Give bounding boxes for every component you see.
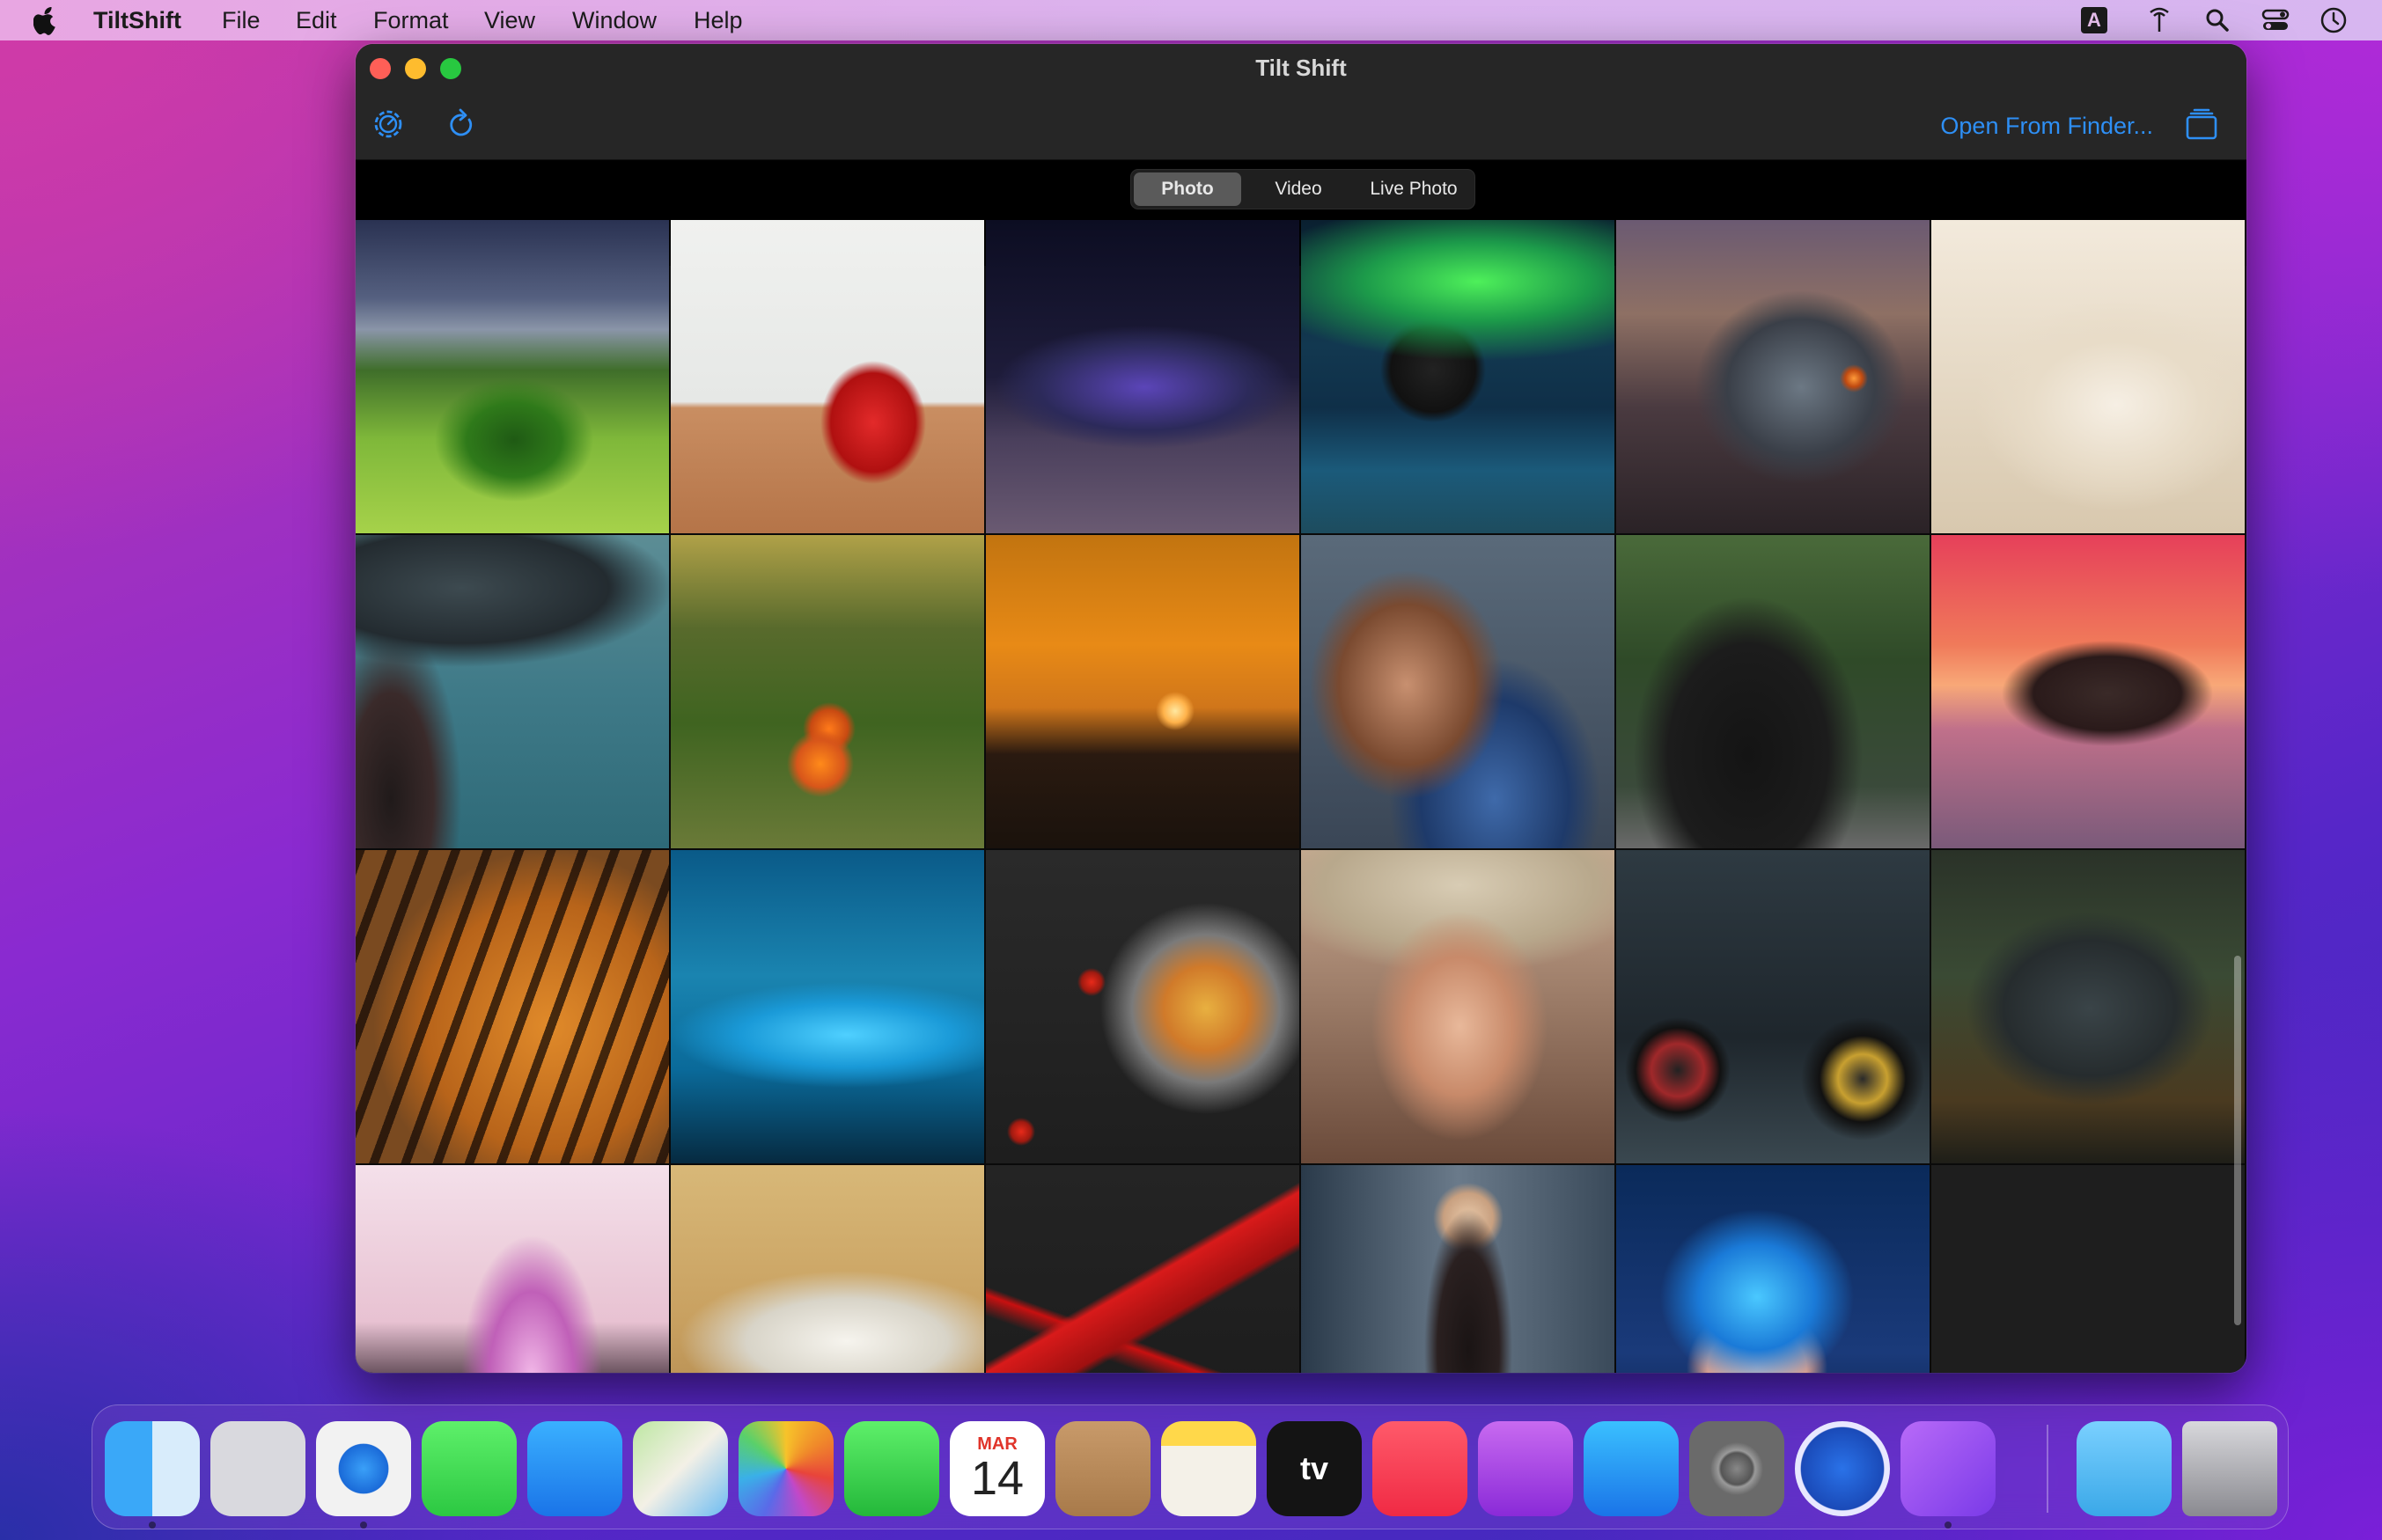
photo-thumbnail[interactable]	[356, 850, 669, 1163]
media-type-segmented-control[interactable]: Photo Video Live Photo	[1130, 169, 1475, 209]
photo-thumbnail[interactable]	[1301, 1165, 1614, 1373]
system-preferences-icon[interactable]	[1689, 1421, 1784, 1516]
photo-thumbnail[interactable]	[1931, 220, 2245, 533]
photo-thumbnail[interactable]	[356, 1165, 669, 1373]
contacts-icon[interactable]	[1055, 1421, 1151, 1516]
segment-photo[interactable]: Photo	[1134, 172, 1241, 206]
calendar-month: MAR	[977, 1434, 1018, 1454]
dock-running-indicator	[149, 1522, 156, 1529]
finder-icon[interactable]	[105, 1421, 200, 1516]
dock: MAR 14 tv	[92, 1404, 2289, 1529]
photo-thumbnail[interactable]	[1301, 850, 1614, 1163]
open-from-finder-button[interactable]: Open From Finder...	[1940, 111, 2153, 141]
maps-icon[interactable]	[633, 1421, 728, 1516]
mountain-app-icon[interactable]	[1795, 1421, 1890, 1516]
menu-bar: TiltShift File Edit Format View Window H…	[0, 0, 2382, 40]
photo-thumbnail[interactable]	[671, 1165, 984, 1373]
photo-thumbnail[interactable]	[1931, 535, 2245, 848]
downloads-folder-icon[interactable]	[2077, 1421, 2172, 1516]
settings-gear-icon	[371, 106, 406, 146]
refresh-button[interactable]	[442, 106, 482, 146]
photo-thumbnail[interactable]	[356, 535, 669, 848]
tiltshift-app-icon[interactable]	[1900, 1421, 1996, 1516]
photo-thumbnail[interactable]	[1931, 850, 2245, 1163]
menu-view[interactable]: View	[484, 7, 535, 33]
photo-thumbnail[interactable]	[356, 220, 669, 533]
photo-thumbnail[interactable]	[1616, 535, 1930, 848]
menu-app-name[interactable]: TiltShift	[93, 7, 181, 33]
photo-thumbnail[interactable]	[671, 535, 984, 848]
empty-grid-cell	[1931, 1165, 2245, 1373]
facetime-icon[interactable]	[844, 1421, 939, 1516]
refresh-icon	[446, 107, 478, 145]
safari-icon[interactable]	[316, 1421, 411, 1516]
menu-format[interactable]: Format	[373, 7, 449, 33]
input-source-letter: A	[2081, 7, 2107, 33]
antenna-icon[interactable]	[2144, 6, 2174, 34]
spotlight-search-icon[interactable]	[2202, 6, 2232, 34]
mail-icon[interactable]	[527, 1421, 622, 1516]
photo-thumbnail[interactable]	[671, 220, 984, 533]
photo-thumbnail[interactable]	[1301, 535, 1614, 848]
trash-icon[interactable]	[2182, 1421, 2277, 1516]
dock-separator	[2047, 1425, 2048, 1513]
photo-thumbnail[interactable]	[1616, 850, 1930, 1163]
control-center-icon[interactable]	[2261, 6, 2290, 34]
settings-button[interactable]	[368, 106, 408, 146]
music-icon[interactable]	[1372, 1421, 1467, 1516]
tv-label: tv	[1299, 1450, 1328, 1486]
stack-icon	[2185, 108, 2218, 144]
window-titlebar: Tilt Shift Open From Finder...	[356, 44, 2246, 160]
dock-running-indicator	[1945, 1522, 1952, 1529]
stack-button[interactable]	[2181, 106, 2222, 146]
launchpad-icon[interactable]	[210, 1421, 305, 1516]
clock-icon[interactable]	[2319, 6, 2349, 34]
photo-thumbnail[interactable]	[1616, 220, 1930, 533]
dock-running-indicator	[360, 1522, 367, 1529]
grid-scrollbar[interactable]	[2234, 956, 2241, 1325]
photo-thumbnail[interactable]	[986, 1165, 1299, 1373]
tiltshift-window: Tilt Shift Open From Finder...	[356, 44, 2246, 1373]
apple-logo-icon[interactable]	[33, 5, 60, 35]
photo-grid	[356, 220, 2246, 1373]
photo-thumbnail[interactable]	[986, 535, 1299, 848]
calendar-day: 14	[970, 1452, 1025, 1505]
calendar-icon[interactable]: MAR 14	[950, 1421, 1045, 1516]
segment-video[interactable]: Video	[1241, 172, 1356, 206]
podcasts-icon[interactable]	[1478, 1421, 1573, 1516]
notes-icon[interactable]	[1161, 1421, 1256, 1516]
photos-icon[interactable]	[739, 1421, 834, 1516]
apple-tv-icon[interactable]: tv	[1267, 1421, 1362, 1516]
photo-thumbnail[interactable]	[1301, 220, 1614, 533]
messages-icon[interactable]	[422, 1421, 517, 1516]
menu-edit[interactable]: Edit	[296, 7, 337, 33]
photo-thumbnail[interactable]	[1616, 1165, 1930, 1373]
menu-window[interactable]: Window	[572, 7, 657, 33]
input-source-icon[interactable]: A	[2079, 6, 2109, 34]
photo-thumbnail[interactable]	[986, 850, 1299, 1163]
segment-live-photo[interactable]: Live Photo	[1356, 172, 1472, 206]
window-title: Tilt Shift	[1255, 55, 1347, 81]
menu-help[interactable]: Help	[694, 7, 743, 33]
photo-thumbnail[interactable]	[986, 220, 1299, 533]
app-store-icon[interactable]	[1584, 1421, 1679, 1516]
menu-file[interactable]: File	[222, 7, 261, 33]
photo-thumbnail[interactable]	[671, 850, 984, 1163]
